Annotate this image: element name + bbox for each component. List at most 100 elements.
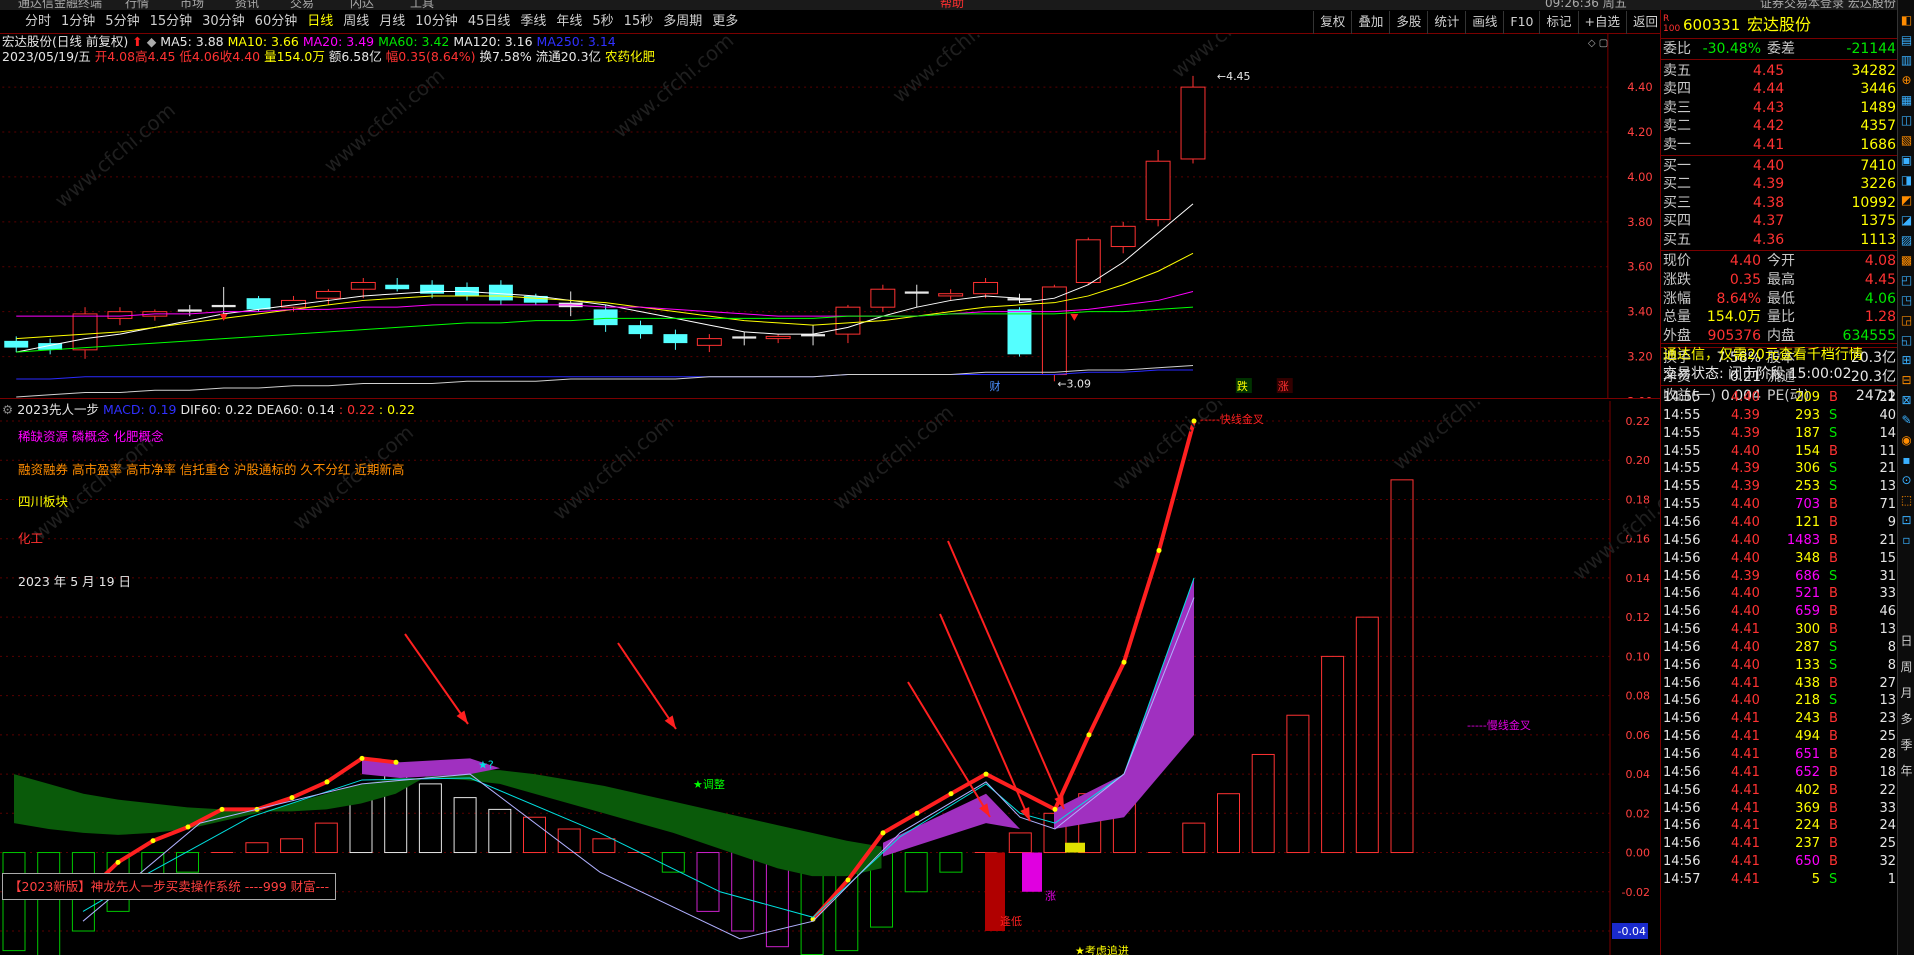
sidebar-tool-icon[interactable]: ◳ [1898,290,1914,310]
sidebar-tool-icon[interactable]: ⊕ [1898,70,1914,90]
menu-3[interactable]: 资讯 [235,0,259,10]
sidebar-tool-icon[interactable]: ▪ [1898,450,1914,470]
ask-row[interactable]: 卖四 4.44 3446 [1661,80,1898,98]
sidebar-tool-icon[interactable]: ◧ [1898,10,1914,30]
menu-2[interactable]: 市场 [180,0,204,10]
period-tab-15[interactable]: 多周期 [658,11,707,33]
menu-6[interactable]: 工具 [410,0,434,10]
bid-row[interactable]: 买二 4.39 3226 [1661,175,1898,193]
period-tab-5[interactable]: 60分钟 [250,11,303,33]
sidebar-period-3[interactable]: 多 [1898,706,1914,732]
menu-7[interactable]: 帮助 [940,0,964,10]
sidebar-tool-icon[interactable]: ▫ [1898,530,1914,550]
period-tab-2[interactable]: 5分钟 [100,11,144,33]
period-tab-16[interactable]: 更多 [707,11,743,33]
sidebar-tool-icon[interactable]: ◉ [1898,430,1914,450]
ask-row[interactable]: 卖三 4.43 1489 [1661,99,1898,117]
sidebar-tool-icon[interactable]: ◪ [1898,210,1914,230]
tick-price: 4.40 [1731,497,1760,513]
menu-8[interactable]: 证券交易本登录 宏达股份 [1760,0,1896,10]
tick-count: 13 [1879,693,1896,709]
sidebar-tool-icon[interactable]: ⊠ [1898,390,1914,410]
period-tab-9[interactable]: 10分钟 [410,11,463,33]
sidebar-tool-icon[interactable]: ▧ [1898,130,1914,150]
sidebar-tool-icon[interactable]: ◰ [1898,270,1914,290]
sidebar-tool-icon[interactable]: ◩ [1898,190,1914,210]
sidebar-period-5[interactable]: 年 [1898,758,1914,784]
sidebar-tool-icon[interactable]: ⊡ [1898,510,1914,530]
period-tab-3[interactable]: 15分钟 [145,11,198,33]
tick-side: S [1829,568,1838,584]
period-tab-14[interactable]: 15秒 [619,11,659,33]
watermark: www.cfchi.com [608,34,738,143]
menu-9[interactable]: 09:26:36 周五 [1545,0,1627,10]
tick-volume: 243 [1795,711,1820,727]
period-tab-1[interactable]: 1分钟 [56,11,100,33]
period-tab-11[interactable]: 季线 [515,11,551,33]
quote-panel: R 100 600331 宏达股份 委比 -30.48% 委差 -21144 卖五… [1660,10,1898,955]
sidebar-tool-icon[interactable]: ▤ [1898,30,1914,50]
sidebar-tool-icon[interactable]: ⬚ [1898,490,1914,510]
toolbar-btn-7[interactable]: +自选 [1577,11,1626,34]
tick-side: B [1829,782,1838,798]
tick-price: 4.40 [1731,390,1760,405]
sidebar-tool-icon[interactable]: ◨ [1898,170,1914,190]
sidebar-period-4[interactable]: 季 [1898,732,1914,758]
sidebar-tool-icon[interactable]: ▦ [1898,90,1914,110]
sidebar-tool-icon[interactable]: ◲ [1898,310,1914,330]
ask-row[interactable]: 卖二 4.42 4357 [1661,117,1898,135]
toolbar-btn-2[interactable]: 多股 [1389,11,1427,34]
sidebar-period-2[interactable]: 月 [1898,680,1914,706]
promo-link[interactable]: 通达信，仅需20元查看千档行情 [1663,346,1863,364]
sidebar-tool-icon[interactable]: ⊞ [1898,350,1914,370]
toolbar-btn-6[interactable]: 标记 [1539,11,1577,34]
period-tab-7[interactable]: 周线 [338,11,374,33]
period-tab-8[interactable]: 月线 [374,11,410,33]
sidebar-tool-icon[interactable]: ⊟ [1898,370,1914,390]
toolbar-btn-0[interactable]: 复权 [1313,11,1351,34]
title-bar: 通达信金融终端 行情 市场 资讯 交易 闪达 工具 帮助 证券交易本登录 宏达股份 09:26:3… [0,0,1914,10]
ask-row[interactable]: 卖一 4.41 1686 [1661,136,1898,154]
bid-row[interactable]: 买四 4.37 1375 [1661,212,1898,230]
bid-label: 买一 [1663,158,1691,174]
indicator-chart[interactable]: 0.220.200.180.160.140.120.100.080.060.04… [0,401,1660,955]
sidebar-tool-icon[interactable]: ▨ [1898,230,1914,250]
period-tab-0[interactable]: 分时 [20,11,56,33]
toolbar-btn-3[interactable]: 统计 [1427,11,1465,34]
period-tab-6[interactable]: 日线 [302,11,338,33]
ann-low: 逢低 [1000,915,1022,928]
menu-4[interactable]: 交易 [290,0,314,10]
bid-row[interactable]: 买一 4.40 7410 [1661,157,1898,175]
toolbar-btn-4[interactable]: 画线 [1465,11,1503,34]
sidebar-period-1[interactable]: 周 [1898,654,1914,680]
menu-0[interactable]: 通达信金融终端 [18,0,102,10]
period-tab-4[interactable]: 30分钟 [197,11,250,33]
tick-time: 14:55 [1663,497,1701,513]
menu-5[interactable]: 闪达 [350,0,374,10]
sidebar-tool-icon[interactable]: ⊙ [1898,470,1914,490]
sidebar-tool-icon[interactable]: ◱ [1898,330,1914,350]
signal-bar-yellow [1065,842,1085,853]
sidebar-tool-icon[interactable]: ▣ [1898,150,1914,170]
toolbar-btn-1[interactable]: 叠加 [1351,11,1389,34]
bid-row[interactable]: 买五 4.36 1113 [1661,231,1898,249]
toolbar-btn-8[interactable]: 返回 [1625,11,1664,34]
tick-row: 14:55 4.39 306 S 21 [1661,460,1898,478]
sidebar-period-0[interactable]: 日 [1898,628,1914,654]
bid-row[interactable]: 买三 4.38 10992 [1661,194,1898,212]
sidebar-tool-icon[interactable]: ▥ [1898,50,1914,70]
tick-side: B [1829,711,1838,727]
ask-row[interactable]: 卖五 4.45 34282 [1661,62,1898,80]
sidebar-tool-icon[interactable]: ◫ [1898,110,1914,130]
kline-chart[interactable]: 4.40 4.20 4.00 3.80 3.60 3.40 3.20 3.00 ←4.45 ←3.… [0,34,1660,399]
period-tab-12[interactable]: 年线 [551,11,587,33]
period-tab-10[interactable]: 45日线 [463,11,516,33]
tick-time: 14:56 [1663,729,1701,745]
sidebar-tool-icon[interactable]: ▩ [1898,250,1914,270]
period-tab-13[interactable]: 5秒 [587,11,618,33]
sidebar-tool-icon[interactable]: ✎ [1898,410,1914,430]
ma-line-4 [16,369,1194,380]
tick-price: 4.41 [1731,675,1760,691]
menu-1[interactable]: 行情 [125,0,149,10]
toolbar-btn-5[interactable]: F10 [1503,11,1539,34]
